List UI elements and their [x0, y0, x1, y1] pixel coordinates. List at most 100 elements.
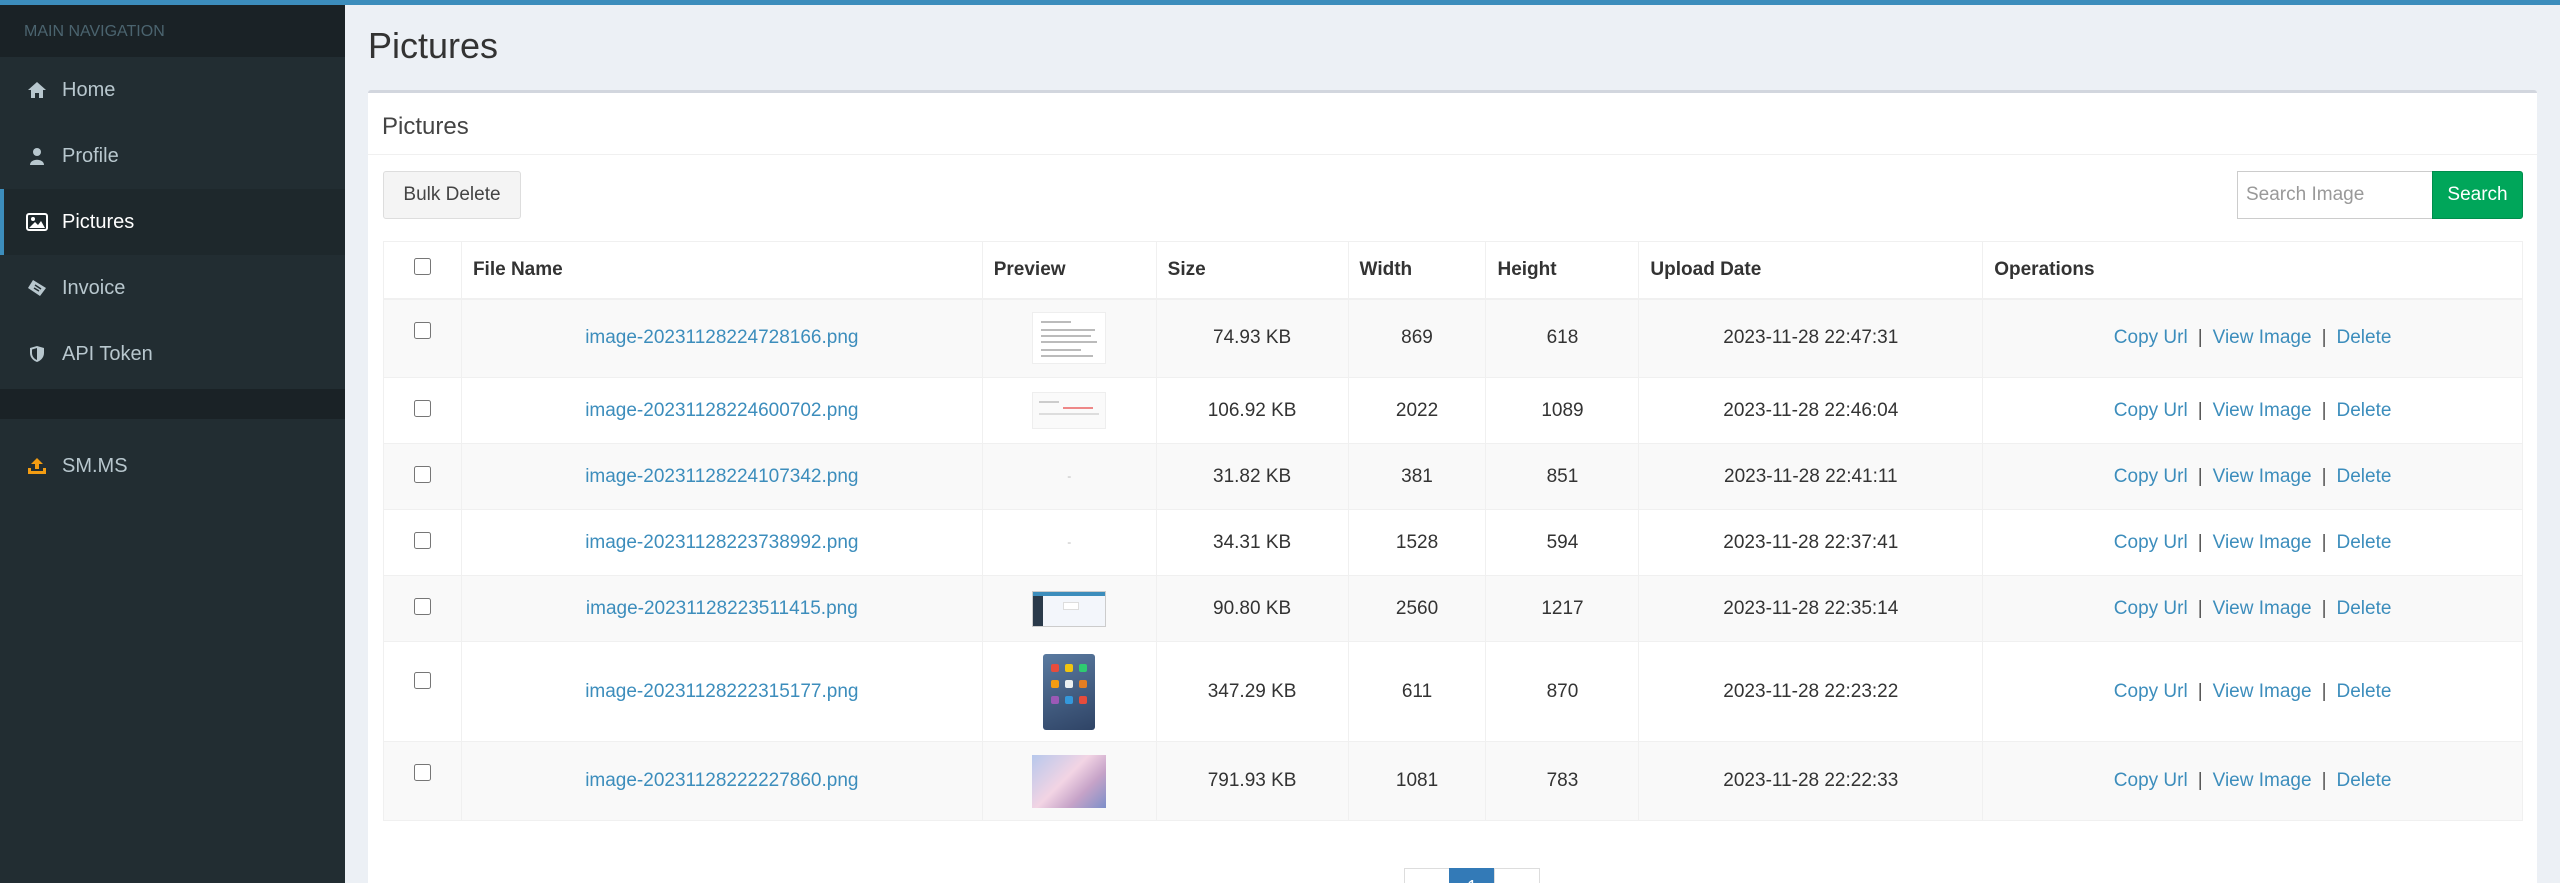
- file-name-link[interactable]: image-20231128222315177.png: [585, 681, 858, 702]
- width-cell: 381: [1347, 443, 1487, 510]
- delete-link[interactable]: Delete: [2337, 327, 2392, 348]
- file-name-link[interactable]: image-20231128224600702.png: [585, 400, 858, 421]
- ops-separator: |: [2197, 770, 2203, 791]
- row-checkbox[interactable]: [413, 764, 431, 781]
- ops-separator: |: [2321, 770, 2327, 791]
- pagination-prev[interactable]: «: [1404, 868, 1450, 883]
- delete-link[interactable]: Delete: [2337, 532, 2392, 553]
- upload-icon: [26, 455, 48, 477]
- preview-thumbnail[interactable]: -: [1067, 469, 1071, 483]
- upload-date-cell: 2023-11-28 22:46:04: [1638, 377, 1984, 444]
- sidebar-item-label: API Token: [62, 342, 153, 365]
- sidebar-item-label: Profile: [62, 144, 119, 167]
- bulk-delete-button[interactable]: Bulk Delete: [383, 171, 521, 219]
- ops-separator: |: [2321, 327, 2327, 349]
- row-checkbox[interactable]: [413, 532, 431, 549]
- file-name-link[interactable]: image-20231128223511415.png: [586, 598, 858, 619]
- ops-separator: |: [2321, 465, 2327, 487]
- table-row: image-20231128223738992.png - 34.31 KB 1…: [383, 509, 2523, 576]
- copy-url-link[interactable]: Copy Url: [2114, 400, 2188, 421]
- file-name-link[interactable]: image-20231128224728166.png: [585, 327, 858, 348]
- size-cell: 34.31 KB: [1155, 509, 1349, 576]
- pagination-next[interactable]: »: [1494, 868, 1540, 883]
- width-cell: 2022: [1347, 377, 1487, 444]
- copy-url-link[interactable]: Copy Url: [2114, 598, 2188, 619]
- delete-link[interactable]: Delete: [2337, 681, 2392, 702]
- row-checkbox[interactable]: [413, 321, 431, 339]
- copy-url-link[interactable]: Copy Url: [2114, 532, 2188, 553]
- sidebar-item-label: Invoice: [62, 276, 126, 299]
- view-image-link[interactable]: View Image: [2213, 466, 2312, 487]
- column-header-height[interactable]: Height: [1485, 241, 1640, 300]
- sidebar-item-profile[interactable]: Profile: [0, 123, 345, 189]
- upload-date-cell: 2023-11-28 22:22:33: [1638, 741, 1984, 821]
- column-header-width[interactable]: Width: [1347, 241, 1487, 300]
- sidebar-item-label: SM.MS: [62, 454, 128, 477]
- pagination-page-1[interactable]: 1: [1449, 868, 1495, 883]
- preview-thumbnail[interactable]: [1032, 392, 1107, 429]
- table-row: image-20231128223511415.png 90.80 KB 256…: [383, 575, 2523, 642]
- upload-date-cell: 2023-11-28 22:47:31: [1638, 298, 1984, 378]
- table-header-row: File Name Preview Size Width Height Uplo…: [383, 241, 2523, 300]
- column-header-file-name[interactable]: File Name: [460, 241, 983, 300]
- view-image-link[interactable]: View Image: [2213, 532, 2312, 553]
- size-cell: 74.93 KB: [1155, 298, 1349, 378]
- table-row: image-20231128222315177.png 347.29 KB 61…: [383, 641, 2523, 742]
- column-header-size[interactable]: Size: [1155, 241, 1349, 300]
- ops-separator: |: [2321, 680, 2327, 702]
- delete-link[interactable]: Delete: [2337, 466, 2392, 487]
- width-cell: 1528: [1347, 509, 1487, 576]
- upload-date-cell: 2023-11-28 22:37:41: [1638, 509, 1984, 576]
- view-image-link[interactable]: View Image: [2213, 681, 2312, 702]
- ops-separator: |: [2197, 399, 2203, 421]
- column-header-preview[interactable]: Preview: [981, 241, 1157, 300]
- row-checkbox[interactable]: [413, 400, 431, 417]
- search-button[interactable]: Search: [2432, 171, 2523, 219]
- pictures-table: File Name Preview Size Width Height Uplo…: [383, 241, 2523, 821]
- view-image-link[interactable]: View Image: [2213, 400, 2312, 421]
- view-image-link[interactable]: View Image: [2213, 770, 2312, 791]
- operations-cell: Copy Url | View Image | Delete: [1982, 741, 2523, 821]
- select-all-checkbox[interactable]: [413, 258, 431, 276]
- size-cell: 31.82 KB: [1155, 443, 1349, 510]
- column-header-operations: Operations: [1982, 241, 2523, 300]
- view-image-link[interactable]: View Image: [2213, 598, 2312, 619]
- sidebar-item-label: Home: [62, 78, 116, 101]
- ops-separator: |: [2197, 597, 2203, 619]
- sidebar-item-home[interactable]: Home: [0, 57, 345, 123]
- size-cell: 106.92 KB: [1155, 377, 1349, 444]
- size-cell: 347.29 KB: [1155, 641, 1349, 742]
- row-checkbox[interactable]: [413, 598, 431, 615]
- row-checkbox[interactable]: [413, 672, 431, 689]
- copy-url-link[interactable]: Copy Url: [2114, 681, 2188, 702]
- sidebar-item-smms[interactable]: SM.MS: [0, 433, 345, 499]
- preview-thumbnail[interactable]: -: [1067, 535, 1071, 549]
- copy-url-link[interactable]: Copy Url: [2114, 466, 2188, 487]
- operations-cell: Copy Url | View Image | Delete: [1982, 298, 2523, 378]
- search-input[interactable]: [2237, 171, 2433, 219]
- home-icon: [26, 79, 48, 101]
- file-name-link[interactable]: image-20231128224107342.png: [585, 466, 858, 487]
- image-icon: [26, 211, 48, 233]
- copy-url-link[interactable]: Copy Url: [2114, 327, 2188, 348]
- sidebar-item-pictures[interactable]: Pictures: [0, 189, 345, 255]
- height-cell: 851: [1485, 443, 1640, 510]
- copy-url-link[interactable]: Copy Url: [2114, 770, 2188, 791]
- size-cell: 791.93 KB: [1155, 741, 1349, 821]
- delete-link[interactable]: Delete: [2337, 770, 2392, 791]
- row-checkbox[interactable]: [413, 466, 431, 483]
- delete-link[interactable]: Delete: [2337, 400, 2392, 421]
- preview-thumbnail[interactable]: [1032, 754, 1107, 808]
- preview-thumbnail[interactable]: [1032, 590, 1107, 627]
- sidebar-item-api-token[interactable]: API Token: [0, 321, 345, 387]
- file-name-link[interactable]: image-20231128222227860.png: [585, 770, 858, 791]
- preview-thumbnail[interactable]: [1032, 312, 1107, 365]
- table-row: image-20231128224728166.png 74.93 KB 869…: [383, 298, 2523, 378]
- view-image-link[interactable]: View Image: [2213, 327, 2312, 348]
- delete-link[interactable]: Delete: [2337, 598, 2392, 619]
- column-header-upload-date[interactable]: Upload Date: [1638, 241, 1984, 300]
- sidebar-item-invoice[interactable]: Invoice: [0, 255, 345, 321]
- file-name-link[interactable]: image-20231128223738992.png: [585, 532, 858, 553]
- preview-thumbnail[interactable]: [1043, 653, 1096, 730]
- main-content: Pictures Pictures Bulk Delete Search Fil…: [345, 5, 2560, 883]
